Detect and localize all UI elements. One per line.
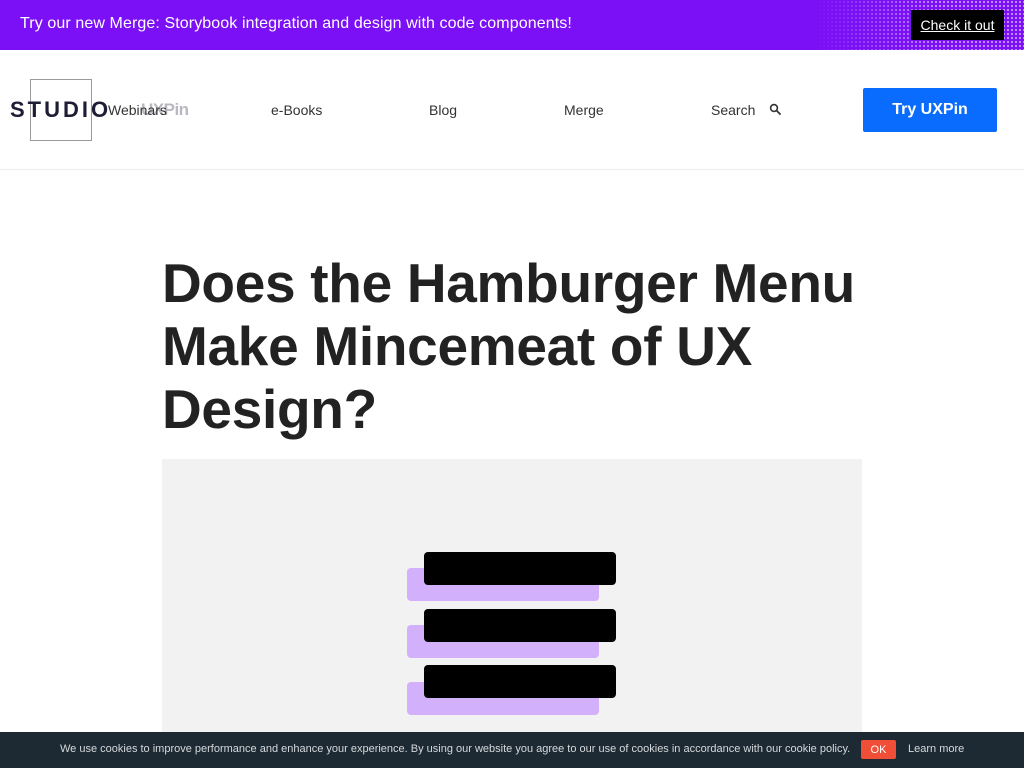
- site-header: STUDIO UXPin Webinars e-Books Blog Merge…: [0, 50, 1024, 170]
- promo-text: Try our new Merge: Storybook integration…: [20, 15, 572, 32]
- nav-blog[interactable]: Blog: [429, 102, 457, 118]
- search-icon[interactable]: [769, 103, 781, 115]
- hero-image: [162, 459, 862, 749]
- nav-merge[interactable]: Merge: [564, 102, 604, 118]
- hamburger-bar: [424, 552, 616, 585]
- hamburger-bar: [424, 665, 616, 698]
- promo-banner: Try our new Merge: Storybook integration…: [0, 0, 1024, 50]
- cookie-ok-button[interactable]: OK: [861, 740, 896, 759]
- check-it-out-button[interactable]: Check it out: [911, 10, 1004, 40]
- nav-ebooks[interactable]: e-Books: [271, 102, 322, 118]
- cookie-bar: We use cookies to improve performance an…: [0, 732, 1024, 768]
- try-uxpin-button[interactable]: Try UXPin: [863, 88, 997, 132]
- cookie-text: We use cookies to improve performance an…: [60, 743, 851, 755]
- article-title: Does the Hamburger Menu Make Mincemeat o…: [162, 252, 855, 440]
- hamburger-bar: [424, 609, 616, 642]
- logo-text[interactable]: STUDIO: [10, 97, 111, 123]
- learn-more-link[interactable]: Learn more: [908, 743, 964, 755]
- nav-search[interactable]: Search: [711, 102, 755, 118]
- nav-webinars[interactable]: Webinars: [108, 102, 167, 118]
